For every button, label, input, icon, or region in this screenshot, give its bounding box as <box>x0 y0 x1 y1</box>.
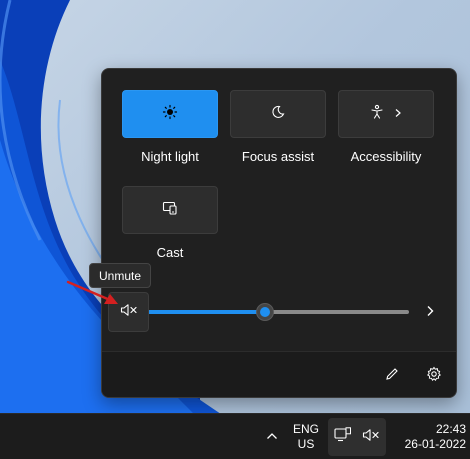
night-light-toggle[interactable] <box>122 90 218 138</box>
language-region: US <box>297 437 315 451</box>
settings-button[interactable] <box>424 366 444 386</box>
unmute-tooltip: Unmute <box>89 263 151 288</box>
focus-assist-label: Focus assist <box>241 149 315 164</box>
show-hidden-icons-button[interactable] <box>262 427 282 447</box>
cast-toggle[interactable] <box>122 186 218 234</box>
speaker-muted-icon <box>120 303 138 322</box>
clock-date: 26-01-2022 <box>404 437 466 451</box>
mute-toggle-button[interactable] <box>108 292 149 332</box>
quick-settings-footer <box>102 351 456 397</box>
moon-icon <box>270 104 286 125</box>
cast-icon <box>162 200 178 221</box>
clock-button[interactable]: 22:43 26-01-2022 <box>390 419 466 455</box>
chevron-right-icon <box>393 105 403 123</box>
speaker-muted-icon <box>362 428 380 447</box>
volume-slider-thumb[interactable] <box>256 303 274 321</box>
language-code: ENG <box>292 422 319 436</box>
volume-flyout-arrow[interactable] <box>420 303 440 323</box>
clock-time: 22:43 <box>435 422 466 436</box>
night-light-icon <box>162 104 178 125</box>
edit-icon <box>384 366 400 387</box>
cast-label: Cast <box>156 245 184 260</box>
gear-icon <box>426 366 442 387</box>
focus-assist-toggle[interactable] <box>230 90 326 138</box>
accessibility-toggle[interactable] <box>338 90 434 138</box>
system-tray-button[interactable] <box>328 418 386 456</box>
volume-slider[interactable] <box>148 303 409 321</box>
chevron-up-icon <box>266 428 278 446</box>
night-light-label: Night light <box>141 149 199 164</box>
quick-settings-panel: Night light Focus assist Accessibility C… <box>101 68 457 398</box>
chevron-right-icon <box>425 304 435 322</box>
taskbar: ENG US 22:43 26-01-2022 <box>0 413 470 459</box>
accessibility-label: Accessibility <box>350 149 422 164</box>
edit-quick-settings-button[interactable] <box>382 366 402 386</box>
network-icon <box>334 426 352 448</box>
accessibility-icon <box>369 104 385 125</box>
volume-slider-fill <box>148 310 265 314</box>
input-language-button[interactable]: ENG US <box>288 419 324 455</box>
